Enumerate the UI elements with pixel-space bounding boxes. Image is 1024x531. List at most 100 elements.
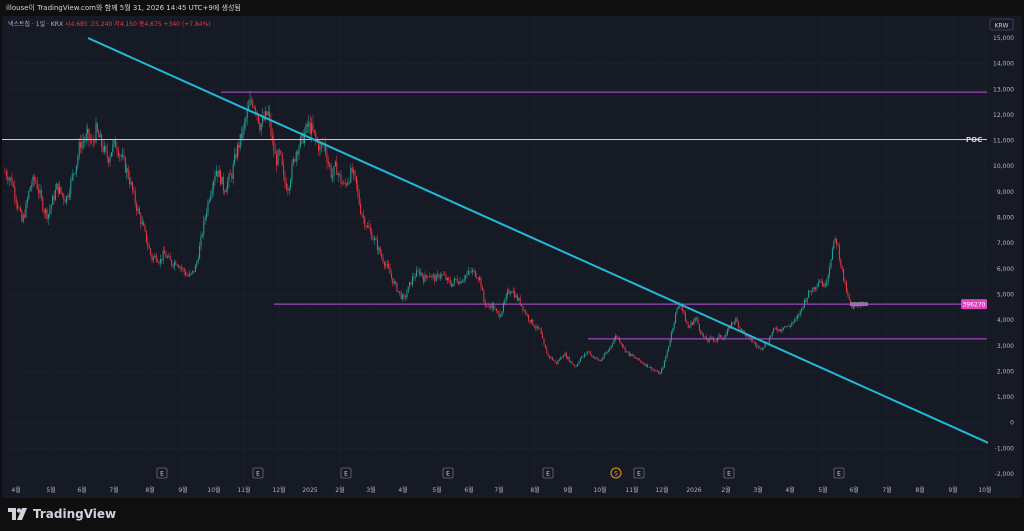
- candle-body: [719, 334, 721, 337]
- candle-body: [785, 325, 787, 327]
- candle-body: [477, 278, 479, 280]
- candle-body: [634, 356, 636, 358]
- price-axis[interactable]: 15,000 14,000 13,000 12,000 11,000 10,000 9,00…: [988, 16, 1022, 498]
- candle-body: [428, 276, 430, 278]
- candle-body: [250, 100, 252, 102]
- candle-body: [360, 204, 362, 214]
- symbol-name: 넥스트칩 · 1일 · KRX: [8, 21, 64, 28]
- event-marker[interactable]: E: [340, 467, 352, 479]
- candle-body: [774, 328, 776, 329]
- candle-body: [393, 281, 395, 284]
- price-tick-label: 5,000: [997, 291, 1014, 298]
- candle-body: [442, 274, 444, 275]
- candle-body: [480, 277, 482, 288]
- candle-body: [154, 255, 156, 258]
- candle-body: [556, 362, 558, 364]
- candle-body: [330, 166, 332, 178]
- candle-body: [355, 175, 357, 185]
- candle-body: [626, 351, 628, 352]
- time-axis[interactable]: 4월 5월 6월 7월 8월 9월 10월 11월 12월 2025 2월 3월 4월 5월 6월 7월 8월 9…: [11, 486, 991, 494]
- candle-body: [794, 319, 796, 322]
- event-marker[interactable]: E: [833, 467, 845, 479]
- candle-body: [73, 173, 75, 175]
- candle-body: [376, 239, 378, 251]
- candle-body: [127, 168, 129, 178]
- price-tick-label: 8,000: [997, 215, 1014, 222]
- time-tick-label: 12월: [655, 486, 668, 494]
- candle-body: [287, 189, 289, 191]
- candle-body: [437, 274, 439, 276]
- candle-body: [15, 198, 17, 204]
- candle-body: [848, 294, 850, 300]
- candle-body: [669, 340, 671, 347]
- candle-body: [438, 274, 440, 278]
- candle-body: [585, 353, 587, 355]
- candle-body: [406, 292, 408, 298]
- candle-body: [508, 290, 510, 294]
- event-marker[interactable]: E: [633, 467, 645, 479]
- time-tick-label: 7월: [109, 486, 118, 494]
- candle-body: [815, 287, 817, 290]
- candle-body: [334, 161, 336, 166]
- candle-body: [540, 328, 542, 334]
- candle-body: [358, 192, 360, 205]
- candle-body: [22, 215, 24, 222]
- candle-body: [134, 191, 136, 204]
- candle-body: [570, 361, 572, 363]
- event-marker-label: E: [256, 471, 260, 478]
- candle-body: [182, 268, 184, 269]
- candle-body: [486, 305, 488, 307]
- candle-body: [56, 183, 58, 190]
- symbol-legend[interactable]: 넥스트칩 · 1일 · KRX 시4,685 고5,240 저4,150 종4,…: [8, 19, 211, 28]
- candle-body: [236, 144, 238, 158]
- candle-body: [654, 369, 656, 371]
- candle-body: [599, 360, 601, 362]
- candle-body: [607, 350, 609, 352]
- candle-body: [509, 292, 511, 294]
- candle-body: [791, 322, 793, 326]
- price-chart[interactable]: 12,89011,040POC4,6253962703,270 EEEEESEE…: [2, 16, 1022, 498]
- candle-body: [726, 329, 728, 335]
- candle-body: [332, 175, 334, 178]
- candle-body: [253, 106, 255, 108]
- candle-body: [63, 195, 65, 200]
- event-marker-label: E: [637, 471, 641, 478]
- candle-body: [180, 266, 182, 269]
- time-tick-label: 10월: [978, 486, 991, 494]
- price-tick-label: 14,000: [993, 61, 1014, 68]
- candle-body: [753, 341, 755, 343]
- event-markers[interactable]: EEEEESEEE: [156, 467, 845, 479]
- chart-panel[interactable]: 12,89011,040POC4,6253962703,270 EEEEESEE…: [2, 16, 1022, 498]
- candle-body: [281, 153, 283, 166]
- candle-body: [452, 283, 454, 287]
- candle-body: [474, 270, 476, 277]
- candle-body: [242, 127, 244, 139]
- candle-body: [411, 276, 413, 285]
- candle-body: [424, 274, 426, 282]
- event-marker[interactable]: E: [252, 467, 264, 479]
- time-tick-label: 8월: [145, 486, 154, 494]
- candle-body: [187, 275, 189, 277]
- candle-body: [215, 170, 217, 176]
- candle-body: [396, 282, 398, 292]
- candle-body: [249, 100, 251, 106]
- candle-body: [838, 245, 840, 260]
- event-marker[interactable]: S: [610, 467, 622, 479]
- event-marker-label: E: [160, 471, 164, 478]
- candle-body: [259, 122, 261, 131]
- event-marker[interactable]: E: [442, 467, 454, 479]
- candle-body: [603, 354, 605, 358]
- event-marker[interactable]: E: [542, 467, 554, 479]
- candle-body: [798, 315, 800, 317]
- currency-badge[interactable]: KRW: [989, 18, 1014, 31]
- candle-body: [498, 312, 500, 318]
- candle-body: [165, 253, 167, 258]
- candle-body: [245, 118, 247, 123]
- event-marker[interactable]: E: [723, 467, 735, 479]
- tradingview-logo[interactable]: TradingView: [8, 506, 116, 522]
- candle-body: [392, 277, 394, 284]
- candle-body: [449, 280, 451, 284]
- event-marker[interactable]: E: [156, 467, 168, 479]
- candle-body: [595, 357, 597, 359]
- candle-body: [64, 199, 66, 203]
